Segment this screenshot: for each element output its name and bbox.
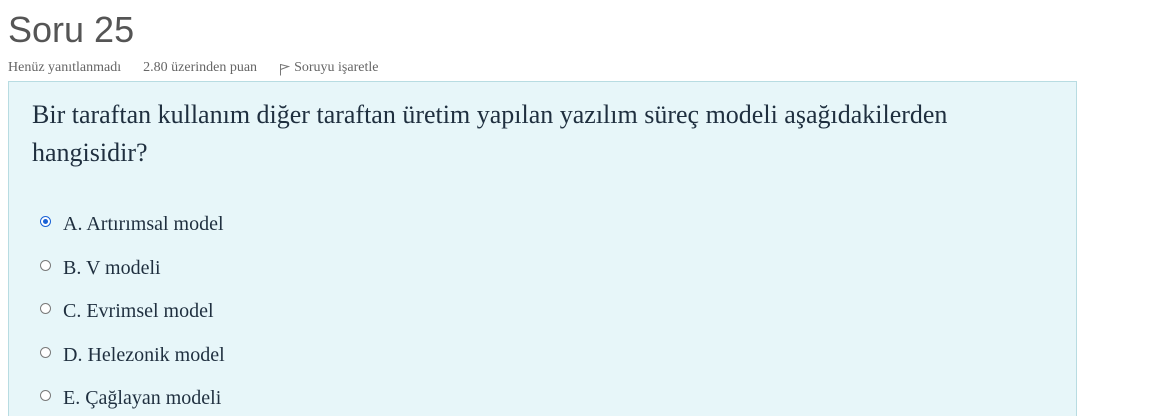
answer-state: Henüz yanıtlanmadı — [8, 60, 122, 75]
radio-button[interactable] — [40, 216, 51, 227]
option-label[interactable]: D. Helezonik model — [63, 335, 225, 375]
answer-option-d[interactable]: D. Helezonik model — [40, 335, 225, 379]
option-label[interactable]: B. V modeli — [63, 248, 161, 288]
radio-button[interactable] — [40, 303, 51, 314]
option-label[interactable]: A. Artırımsal model — [63, 204, 224, 244]
question-info: Henüz yanıtlanmadı 2.80 üzerinden puan S… — [8, 60, 378, 76]
radio-button[interactable] — [40, 346, 51, 358]
answer-option-a[interactable]: A. Artırımsal model — [40, 204, 225, 248]
flag-question-link[interactable]: Soruyu işaretle — [279, 60, 378, 76]
answer-option-c[interactable]: C. Evrimsel model — [40, 291, 225, 335]
radio-button[interactable] — [40, 259, 51, 271]
question-page: Soru 25 Henüz yanıtlanmadı 2.80 üzerinde… — [0, 0, 1172, 416]
flag-label: Soruyu işaretle — [294, 60, 379, 75]
grade-info: 2.80 üzerinden puan — [143, 60, 258, 75]
option-label[interactable]: E. Çağlayan modeli — [63, 378, 221, 416]
option-label[interactable]: C. Evrimsel model — [63, 291, 214, 331]
question-content: Bir taraftan kullanım diğer taraftan üre… — [8, 81, 1077, 416]
flag-icon — [279, 63, 291, 76]
question-text: Bir taraftan kullanım diğer taraftan üre… — [32, 100, 948, 167]
answer-option-b[interactable]: B. V modeli — [40, 248, 225, 292]
radio-button[interactable] — [40, 390, 51, 401]
answer-option-e[interactable]: E. Çağlayan modeli — [40, 378, 225, 416]
question-title: Soru 25 — [8, 9, 135, 50]
answer-options: A. Artırımsal model B. V modeli C. Evrim… — [40, 204, 225, 416]
